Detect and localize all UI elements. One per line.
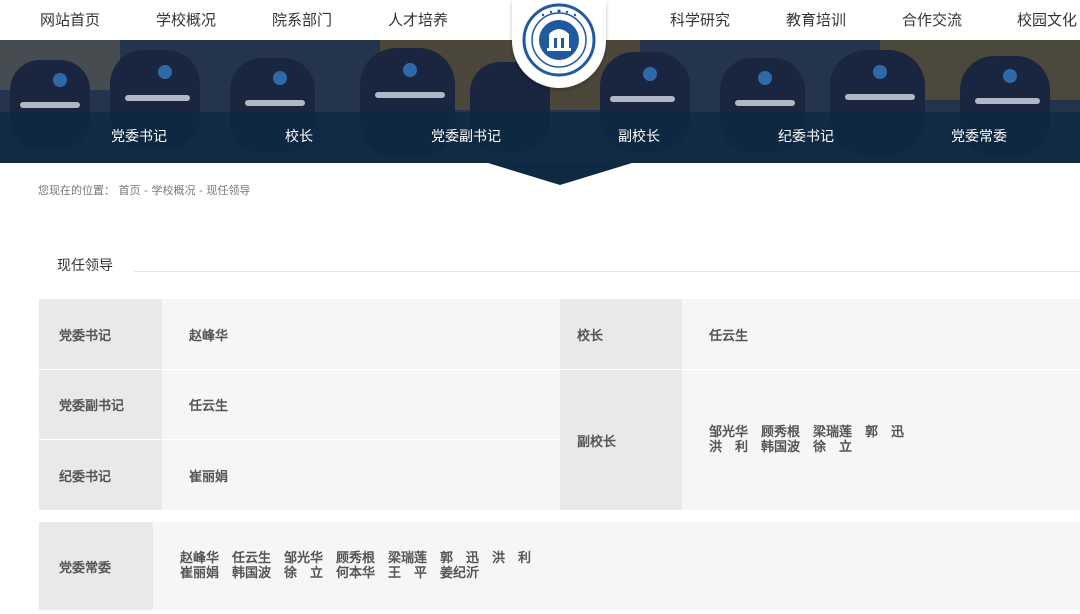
nav-campus-culture[interactable]: 校园文化 <box>1017 10 1077 30</box>
school-emblem-icon <box>522 3 596 77</box>
subnav-party-secretary[interactable]: 党委书记 <box>111 128 167 146</box>
label-vice-presidents: 副校长 <box>560 370 682 510</box>
nav-talent-cultivation[interactable]: 人才培养 <box>388 10 448 30</box>
school-logo[interactable] <box>512 0 606 88</box>
breadcrumb-path[interactable]: 首页 - 学校概况 - 现任领导 <box>119 184 251 197</box>
sub-navigation: 党委书记 校长 党委副书记 副校长 纪委书记 党委常委 <box>0 112 1080 163</box>
vice-presidents-line-2: 洪 利 韩国波 徐 立 <box>709 440 853 455</box>
nav-home[interactable]: 网站首页 <box>40 10 100 30</box>
nav-cooperation[interactable]: 合作交流 <box>902 10 962 30</box>
name-discipline-secretary: 崔丽娟 <box>162 440 560 510</box>
subnav-standing-committee[interactable]: 党委常委 <box>951 128 1007 146</box>
subnav-vice-president[interactable]: 副校长 <box>618 128 660 146</box>
breadcrumb-prefix: 您现在的位置： <box>38 184 115 197</box>
label-discipline-secretary: 纪委书记 <box>39 440 162 510</box>
vice-presidents-line-1: 邹光华 顾秀根 梁瑞莲 郭 迅 <box>709 425 905 440</box>
section-title: 现任领导 <box>57 258 113 274</box>
label-standing-committee: 党委常委 <box>39 522 153 610</box>
name-deputy-party-secretary: 任云生 <box>162 370 560 439</box>
nav-education-training[interactable]: 教育培训 <box>786 10 846 30</box>
nav-research[interactable]: 科学研究 <box>670 10 730 30</box>
name-president: 任云生 <box>682 299 1080 369</box>
standing-committee-line-2: 崔丽娟 韩国波 徐 立 何本华 王 平 姜纪沂 <box>180 566 480 581</box>
breadcrumb: 您现在的位置： 首页 - 学校概况 - 现任领导 <box>38 182 250 198</box>
standing-committee-line-1: 赵峰华 任云生 邹光华 顾秀根 梁瑞莲 郭 迅 洪 利 <box>180 551 532 566</box>
subnav-president[interactable]: 校长 <box>285 128 313 146</box>
subnav-discipline-secretary[interactable]: 纪委书记 <box>778 128 834 146</box>
standing-committee-list: 赵峰华 任云生 邹光华 顾秀根 梁瑞莲 郭 迅 洪 利 崔丽娟 韩国波 徐 立 … <box>153 522 1080 610</box>
nav-school-overview[interactable]: 学校概况 <box>156 10 216 30</box>
name-party-secretary: 赵峰华 <box>162 299 560 369</box>
label-president: 校长 <box>560 299 682 369</box>
label-deputy-party-secretary: 党委副书记 <box>39 370 162 439</box>
vice-presidents-list: 邹光华 顾秀根 梁瑞莲 郭 迅 洪 利 韩国波 徐 立 <box>682 370 1080 510</box>
label-party-secretary: 党委书记 <box>39 299 162 369</box>
subnav-deputy-party-secretary[interactable]: 党委副书记 <box>431 128 501 146</box>
nav-departments[interactable]: 院系部门 <box>272 10 332 30</box>
banner-pointer <box>488 163 632 185</box>
section-divider <box>134 271 1080 272</box>
